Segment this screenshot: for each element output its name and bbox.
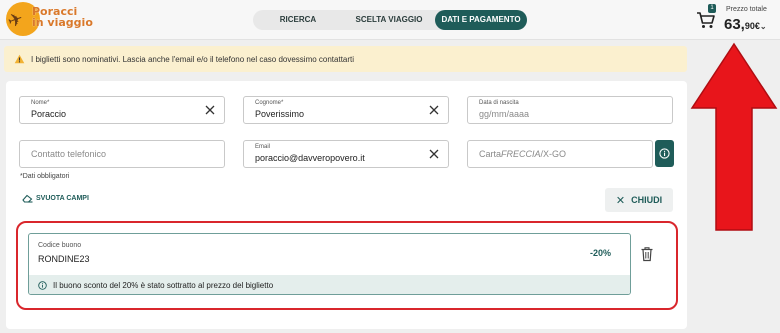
email-field[interactable]: Email poraccio@davveropovero.it: [243, 140, 449, 168]
telefono-field[interactable]: Contatto telefonico: [19, 140, 225, 168]
clear-nome-icon[interactable]: [205, 105, 215, 115]
close-button[interactable]: ✕ CHIUDI: [605, 188, 673, 212]
clear-cognome-icon[interactable]: [429, 105, 439, 115]
trash-icon[interactable]: [640, 246, 654, 262]
warning-icon: [14, 54, 25, 64]
carta-freccia-placeholder: CartaFRECCIA/X-GO: [479, 149, 566, 159]
carta-italic: FRECCIA: [501, 149, 541, 159]
plane-icon: ✈: [4, 8, 26, 33]
total-price[interactable]: 63,90€⌄: [724, 16, 767, 33]
carta-suffix: /X-GO: [540, 149, 567, 159]
header: ✈ Poracci in viaggio RICERCA SCELTA VIAG…: [0, 0, 780, 40]
nome-label: Nome*: [31, 100, 50, 106]
step-navigation: RICERCA SCELTA VIAGGIO DATI E PAGAMENTO: [253, 10, 527, 30]
coupon-field[interactable]: Codice buono RONDINE23 -20% Il buono sco…: [28, 233, 631, 295]
step-scelta-viaggio[interactable]: SCELTA VIAGGIO: [343, 10, 435, 30]
total-price-cents: 90€: [744, 21, 760, 31]
clear-fields-label: SVUOTA CAMPI: [36, 195, 89, 202]
nome-value: Poraccio: [31, 109, 67, 119]
cognome-label: Cognome*: [255, 100, 284, 106]
email-label: Email: [255, 144, 271, 150]
coupon-label: Codice buono: [38, 242, 82, 249]
close-icon: ✕: [615, 194, 626, 207]
clear-email-icon[interactable]: [429, 149, 439, 159]
warning-text: I biglietti sono nominativi. Lascia anch…: [31, 54, 355, 64]
nome-field[interactable]: Nome* Poraccio: [19, 96, 225, 124]
total-price-main: 63,: [724, 16, 745, 33]
logo-line-2: in viaggio: [32, 16, 93, 29]
info-icon: [659, 148, 670, 159]
carta-freccia-field[interactable]: CartaFRECCIA/X-GO: [467, 140, 653, 168]
required-note: *Dati obbligatori: [20, 173, 70, 180]
coupon-value: RONDINE23: [38, 254, 90, 264]
email-value: poraccio@davveropovero.it: [255, 153, 365, 163]
coupon-info: Il buono sconto del 20% è stato sottratt…: [29, 275, 630, 294]
data-nascita-field[interactable]: Data di nascita gg/mm/aaaa: [467, 96, 673, 124]
data-nascita-placeholder: gg/mm/aaaa: [479, 109, 530, 119]
cart-button[interactable]: 1: [696, 4, 716, 30]
logo-text: Poracci in viaggio: [32, 6, 93, 28]
red-arrow-annotation: [690, 42, 778, 231]
clear-fields-button[interactable]: SVUOTA CAMPI: [22, 194, 89, 203]
eraser-icon: [22, 194, 33, 203]
cognome-field[interactable]: Cognome* Poverissimo: [243, 96, 449, 124]
cart-count-badge: 1: [708, 4, 716, 13]
step-ricerca[interactable]: RICERCA: [253, 10, 343, 30]
total-price-label: Prezzo totale: [726, 6, 767, 13]
info-button[interactable]: [655, 140, 674, 167]
logo[interactable]: ✈ Poracci in viaggio: [4, 2, 96, 36]
coupon-discount: -20%: [589, 248, 611, 258]
cart-icon: [697, 12, 715, 28]
telefono-placeholder: Contatto telefonico: [31, 149, 107, 159]
nominative-warning: I biglietti sono nominativi. Lascia anch…: [4, 46, 687, 72]
cognome-value: Poverissimo: [255, 109, 305, 119]
info-icon: [38, 281, 47, 290]
step-dati-pagamento[interactable]: DATI E PAGAMENTO: [435, 10, 527, 30]
coupon-info-text: Il buono sconto del 20% è stato sottratt…: [53, 281, 274, 290]
carta-prefix: Carta: [479, 149, 502, 159]
chevron-down-icon: ⌄: [759, 22, 767, 31]
data-nascita-label: Data di nascita: [479, 100, 519, 106]
close-label: CHIUDI: [631, 195, 663, 205]
